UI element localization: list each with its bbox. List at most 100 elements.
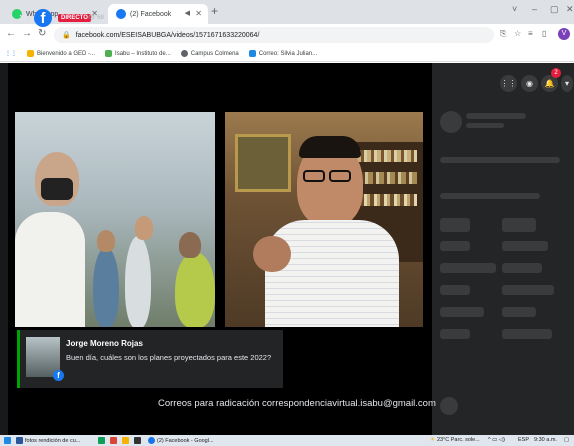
reload-icon[interactable]: ↻ <box>38 28 46 39</box>
taskbar-item-store[interactable] <box>134 437 143 444</box>
bookmark-icon <box>27 50 34 57</box>
weather-text: 23°C Parc. sole... <box>436 437 480 443</box>
comment-text: Buen día, cuáles son los planes proyecta… <box>66 353 272 362</box>
word-icon <box>16 437 23 444</box>
close-window-button[interactable]: ✕ <box>566 4 574 15</box>
url-text: facebook.com/ESEISABUBGA/videos/15716716… <box>75 31 260 39</box>
placeholder-block <box>502 241 548 251</box>
tab-label: (2) Facebook <box>130 10 172 18</box>
language-indicator[interactable]: ESP <box>518 437 529 443</box>
placeholder-line <box>440 193 540 199</box>
minimize-button[interactable]: – <box>532 4 537 14</box>
apps-icon[interactable]: ⋮⋮ <box>5 50 17 57</box>
live-badge: DIRECTO <box>58 14 91 22</box>
face-mask <box>41 178 73 200</box>
commenter-avatar[interactable]: f <box>26 337 64 381</box>
placeholder-line <box>440 157 560 163</box>
system-tray-icons[interactable]: ^ ▭ ◁) <box>488 437 505 443</box>
placeholder-block <box>502 329 552 339</box>
participant-body <box>93 247 119 327</box>
speaker-hair <box>299 136 361 158</box>
participant-head <box>97 230 115 252</box>
windows-taskbar: fotos rendición de cu... (2) Facebook - … <box>0 435 574 446</box>
bookmark-label: Bienvenido a GED -... <box>37 50 96 57</box>
books-row <box>357 172 417 184</box>
eyeglasses <box>303 170 325 182</box>
participant-head <box>179 232 201 258</box>
video-banner-text: Correos para radicación correspondenciav… <box>158 398 436 409</box>
eyeglasses <box>329 170 351 182</box>
wall-painting <box>235 134 291 192</box>
placeholder-block <box>502 263 542 273</box>
speaker-shirt <box>265 220 399 327</box>
bookmark-icon <box>180 50 188 57</box>
placeholder-block <box>502 285 554 295</box>
bookmark-ged[interactable]: Bienvenido a GED -... <box>27 50 95 57</box>
close-video-icon[interactable]: ✕ <box>18 12 29 25</box>
placeholder-avatar <box>440 111 462 133</box>
participant-head <box>135 216 153 240</box>
taskbar-item-word[interactable]: fotos rendición de cu... <box>16 437 80 444</box>
share-icon[interactable]: ⎘ <box>500 29 506 39</box>
participant-body <box>15 212 85 327</box>
menu-grid-icon[interactable]: ⋮⋮ <box>500 75 517 92</box>
placeholder-block <box>440 307 484 317</box>
messenger-icon[interactable]: ◉ <box>521 75 538 92</box>
tab-search-icon[interactable]: ˅ <box>512 4 517 14</box>
clock[interactable]: 9:30 a.m. <box>534 437 557 443</box>
placeholder-block <box>440 218 470 232</box>
maximize-button[interactable]: ▢ <box>550 4 559 15</box>
weather-widget[interactable]: ☀ 23°C Parc. sole... <box>430 437 480 443</box>
sun-icon: ☀ <box>430 437 435 443</box>
bookmarks-bar: ⋮⋮ Bienvenido a GED -... Isabu – Institu… <box>0 46 574 62</box>
viewer-count: 👁 68 <box>88 15 104 21</box>
placeholder-block <box>440 241 470 251</box>
audio-icon[interactable]: ◀ <box>185 9 190 17</box>
bookmark-isabu[interactable]: Isabu – Instituto de... <box>105 50 171 57</box>
participant-video-group <box>15 112 215 327</box>
forward-icon[interactable]: → <box>22 28 32 39</box>
new-tab-button[interactable]: + <box>211 5 218 17</box>
bookmark-campus[interactable]: Campus Colmena <box>180 50 239 57</box>
placeholder-block <box>440 285 470 295</box>
placeholder-block <box>502 218 536 232</box>
placeholder-avatar <box>440 397 458 415</box>
speaker-video <box>225 112 423 327</box>
profile-avatar[interactable]: V <box>558 28 570 40</box>
taskbar-label: fotos rendición de cu... <box>25 437 81 444</box>
live-comment[interactable]: f Jorge Moreno Rojas Buen día, cuáles so… <box>17 330 283 388</box>
placeholder-block <box>502 307 536 317</box>
account-menu-icon[interactable]: ▾ <box>561 75 573 92</box>
facebook-badge-icon: f <box>53 370 64 381</box>
back-icon[interactable]: ← <box>6 28 16 39</box>
start-button[interactable] <box>4 437 13 444</box>
taskbar-item-explorer[interactable] <box>122 437 131 444</box>
chrome-icon <box>148 437 155 444</box>
commenter-name[interactable]: Jorge Moreno Rojas <box>66 339 143 348</box>
bookmark-label: Correo: Silvia Julian... <box>258 50 318 57</box>
placeholder-line <box>466 113 526 119</box>
bookmark-icon <box>105 50 113 57</box>
store-icon <box>134 437 141 444</box>
taskbar-item-browser[interactable]: (2) Facebook - Googl... <box>148 437 214 444</box>
facebook-icon <box>116 9 126 19</box>
side-panel-icon[interactable]: ▯ <box>542 29 546 38</box>
address-bar[interactable]: 🔒 facebook.com/ESEISABUBGA/videos/157167… <box>54 27 494 43</box>
lock-icon[interactable]: 🔒 <box>62 31 71 39</box>
taskbar-item-edge[interactable] <box>98 437 107 444</box>
bookmark-correo[interactable]: Correo: Silvia Julian... <box>248 50 318 57</box>
folder-icon <box>122 437 129 444</box>
close-tab-icon[interactable]: ✕ <box>195 9 202 18</box>
tab-facebook[interactable]: (2) Facebook ◀ ✕ <box>108 4 208 24</box>
books-row <box>357 150 417 162</box>
taskbar-item-chrome[interactable] <box>110 437 119 444</box>
notification-center-icon[interactable]: ▢ <box>564 437 569 443</box>
bookmark-icon <box>248 50 256 57</box>
books-row <box>357 194 417 206</box>
facebook-logo-icon[interactable]: f <box>34 9 52 27</box>
edge-icon <box>98 437 105 444</box>
reading-list-icon[interactable]: ≡ <box>528 29 533 38</box>
windows-icon <box>4 437 11 444</box>
bookmark-star-icon[interactable]: ☆ <box>514 29 521 38</box>
participant-body <box>125 236 151 327</box>
